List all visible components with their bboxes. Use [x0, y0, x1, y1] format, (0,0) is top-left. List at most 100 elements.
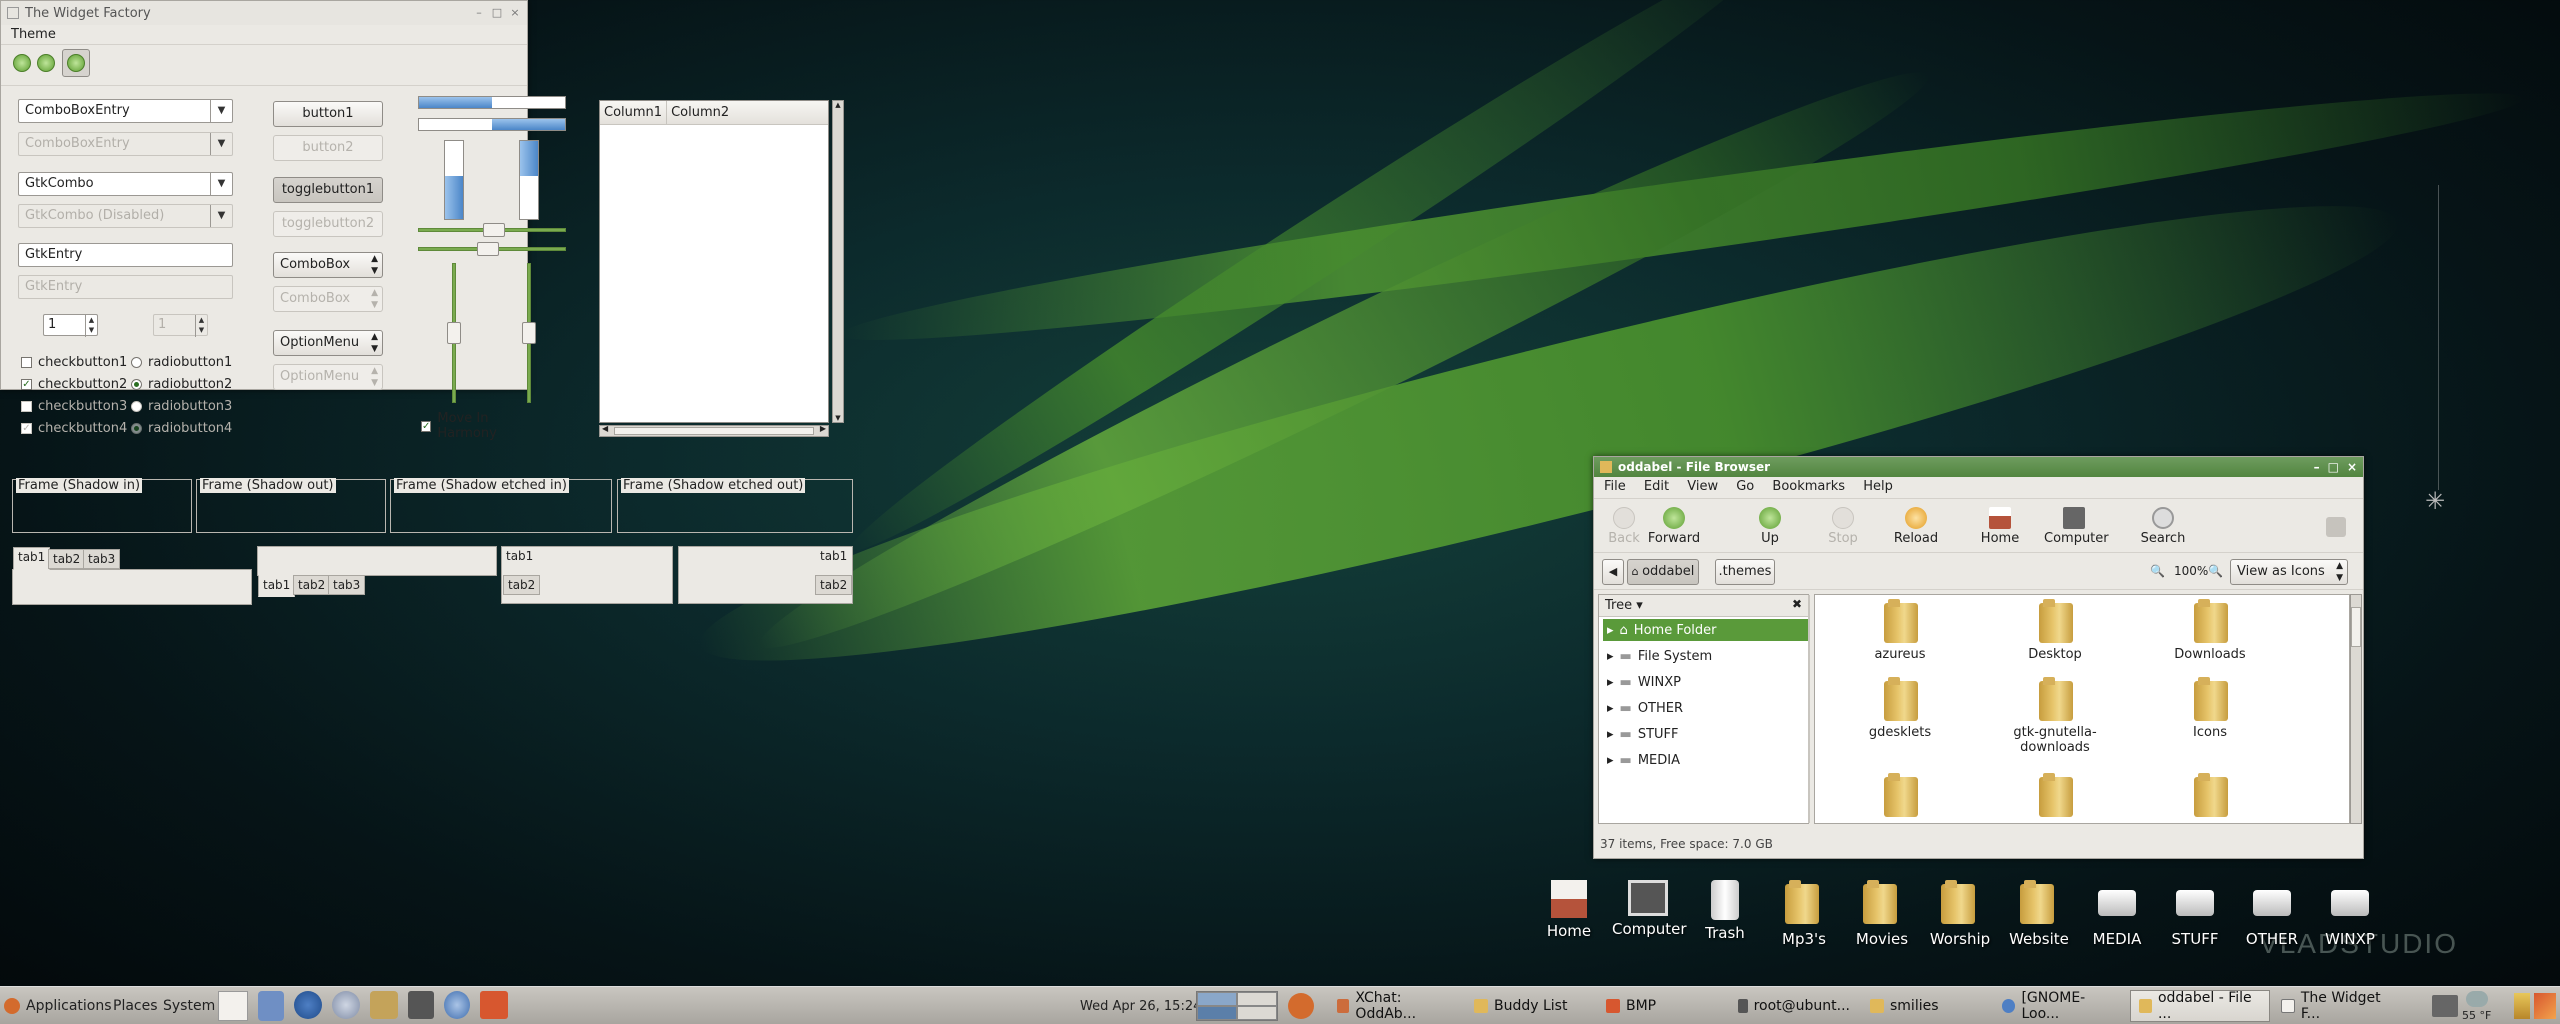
task-smilies[interactable]: smilies: [1861, 990, 1991, 1022]
clock[interactable]: Wed Apr 26, 15:24: [1080, 987, 1201, 1024]
network-icon[interactable]: [2432, 995, 2458, 1017]
vscale-2[interactable]: [522, 263, 536, 403]
tree-item-winxp[interactable]: ▸ ▬ WINXP: [1603, 671, 1808, 693]
menu-edit[interactable]: Edit: [1644, 479, 1669, 494]
tab-3[interactable]: tab3: [83, 549, 121, 569]
hscale-2[interactable]: [418, 242, 566, 256]
folder-item[interactable]: gdesklets: [1840, 677, 1960, 740]
show-desktop-icon[interactable]: [2534, 993, 2556, 1019]
tab-2[interactable]: tab2: [48, 549, 86, 569]
sidebar-mode-select[interactable]: Tree ▾: [1605, 598, 1643, 613]
folder-item[interactable]: Desktop: [1995, 599, 2115, 662]
zoom-level[interactable]: 100%: [2174, 564, 2208, 578]
search-button[interactable]: Search: [2133, 507, 2193, 546]
tab-2[interactable]: tab2: [815, 575, 853, 595]
path-back-arrow[interactable]: ◀: [1602, 559, 1624, 585]
tab-1[interactable]: tab1: [258, 575, 296, 597]
menu-help[interactable]: Help: [1863, 479, 1893, 494]
path-button-oddabel[interactable]: ⌂ oddabel: [1627, 559, 1699, 585]
firefox-icon[interactable]: [294, 991, 322, 1019]
desktop-icon-winxp[interactable]: WINXP: [2314, 880, 2386, 948]
task-gnome-look[interactable]: [GNOME-Loo...: [1993, 990, 2128, 1022]
zoom-in-icon[interactable]: 🔍: [2208, 564, 2223, 578]
comboboxentry[interactable]: ComboBoxEntry ▼: [18, 99, 233, 123]
tab-3[interactable]: tab3: [328, 575, 366, 595]
tab-1[interactable]: tab1: [13, 547, 51, 570]
minimize-icon[interactable]: –: [2314, 460, 2320, 474]
hscale-1[interactable]: [418, 223, 566, 237]
vscale-1[interactable]: [447, 263, 461, 403]
weather-icon[interactable]: [2466, 991, 2488, 1007]
task-file-browser[interactable]: oddabel - File ...: [2130, 990, 2270, 1022]
tab-1[interactable]: tab1: [816, 547, 852, 567]
optionmenu[interactable]: OptionMenu ▲ ▼: [273, 330, 383, 356]
folder-item[interactable]: Downloads: [2150, 599, 2270, 662]
bmp-icon[interactable]: [480, 991, 508, 1019]
task-terminal[interactable]: root@ubunt...: [1729, 990, 1859, 1022]
folder-item[interactable]: Icons: [2150, 677, 2270, 740]
menu-view[interactable]: View: [1687, 479, 1718, 494]
ubuntu-logo-icon[interactable]: [1288, 993, 1314, 1019]
tree-view[interactable]: Column1 Column2: [599, 100, 829, 423]
tree-item-other[interactable]: ▸ ▬ OTHER: [1603, 697, 1808, 719]
folder-item[interactable]: [1840, 773, 1960, 821]
radiobutton2[interactable]: radiobutton2: [131, 377, 232, 392]
minimize-icon[interactable]: –: [473, 7, 485, 19]
tree-item-filesystem[interactable]: ▸ ▬ File System: [1603, 645, 1808, 667]
up-button[interactable]: Up: [1740, 507, 1800, 546]
gimp-icon[interactable]: [370, 991, 398, 1019]
home-button[interactable]: Home: [1970, 507, 2030, 546]
tree-item-stuff[interactable]: ▸ ▬ STUFF: [1603, 723, 1808, 745]
move-in-harmony-checkbox[interactable]: ✓ Move In Harmony: [421, 411, 527, 441]
toolbar-toggle-button[interactable]: [62, 49, 90, 77]
icon-view-scrollbar[interactable]: [2350, 594, 2362, 824]
menu-theme[interactable]: Theme: [11, 27, 56, 42]
text-editor-icon[interactable]: [218, 991, 248, 1021]
desktop-icon-mp3s[interactable]: Mp3's: [1768, 880, 1840, 948]
combobox[interactable]: ComboBox ▲ ▼: [273, 252, 383, 278]
toolbar-button-2[interactable]: [37, 54, 55, 72]
toolbar-button-1[interactable]: [13, 54, 31, 72]
tab-2[interactable]: tab2: [503, 575, 541, 595]
tree-item-media[interactable]: ▸ ▬ MEDIA: [1603, 749, 1808, 771]
view-mode-select[interactable]: View as Icons ▲ ▼: [2230, 559, 2348, 585]
places-menu[interactable]: Places: [113, 987, 158, 1024]
folder-item[interactable]: azureus: [1840, 599, 1960, 662]
menu-file[interactable]: File: [1604, 479, 1626, 494]
tree-item-home[interactable]: ▸ ⌂ Home Folder: [1603, 619, 1808, 641]
maximize-icon[interactable]: □: [2328, 460, 2339, 474]
spin-button[interactable]: 1 ▲ ▼: [43, 314, 98, 337]
people-icon[interactable]: [258, 991, 284, 1021]
desktop-icon-worship[interactable]: Worship: [1924, 880, 1996, 948]
gtkentry[interactable]: GtkEntry: [18, 243, 233, 267]
desktop-icon-website[interactable]: Website: [2003, 880, 2075, 948]
terminal-icon[interactable]: [408, 991, 434, 1019]
vertical-scrollbar[interactable]: ▲ ▼: [832, 100, 844, 423]
column-header-1[interactable]: Column1: [600, 101, 668, 124]
folder-item[interactable]: [1995, 773, 2115, 821]
menu-go[interactable]: Go: [1736, 479, 1754, 494]
column-header-2[interactable]: Column2: [667, 101, 733, 124]
desktop-icon-computer[interactable]: Computer: [1612, 880, 1687, 938]
button1[interactable]: button1: [273, 101, 383, 127]
chat-icon[interactable]: [444, 991, 470, 1019]
radiobutton1[interactable]: radiobutton1: [131, 355, 232, 370]
checkbutton2[interactable]: ✓ checkbutton2: [21, 377, 127, 392]
close-icon[interactable]: ×: [509, 7, 521, 19]
system-menu[interactable]: System: [163, 987, 215, 1024]
tab-1[interactable]: tab1: [502, 547, 538, 567]
thunderbird-icon[interactable]: [332, 991, 360, 1019]
task-buddy-list[interactable]: Buddy List: [1465, 990, 1595, 1022]
computer-button[interactable]: Computer: [2044, 507, 2109, 546]
close-icon[interactable]: ×: [2347, 460, 2357, 474]
forward-button[interactable]: Forward: [1644, 507, 1704, 546]
close-sidebar-icon[interactable]: ✖: [1792, 597, 1802, 611]
gtkcombo[interactable]: GtkCombo ▼: [18, 172, 233, 196]
folder-item[interactable]: [2150, 773, 2270, 821]
togglebutton1[interactable]: togglebutton1: [273, 177, 383, 203]
tab-2[interactable]: tab2: [293, 575, 331, 595]
maximize-icon[interactable]: □: [491, 7, 503, 19]
folder-item[interactable]: gtk-gnutella-downloads: [1995, 677, 2115, 755]
horizontal-scrollbar[interactable]: ◀ ▶: [599, 424, 829, 437]
desktop-icon-stuff[interactable]: STUFF: [2159, 880, 2231, 948]
